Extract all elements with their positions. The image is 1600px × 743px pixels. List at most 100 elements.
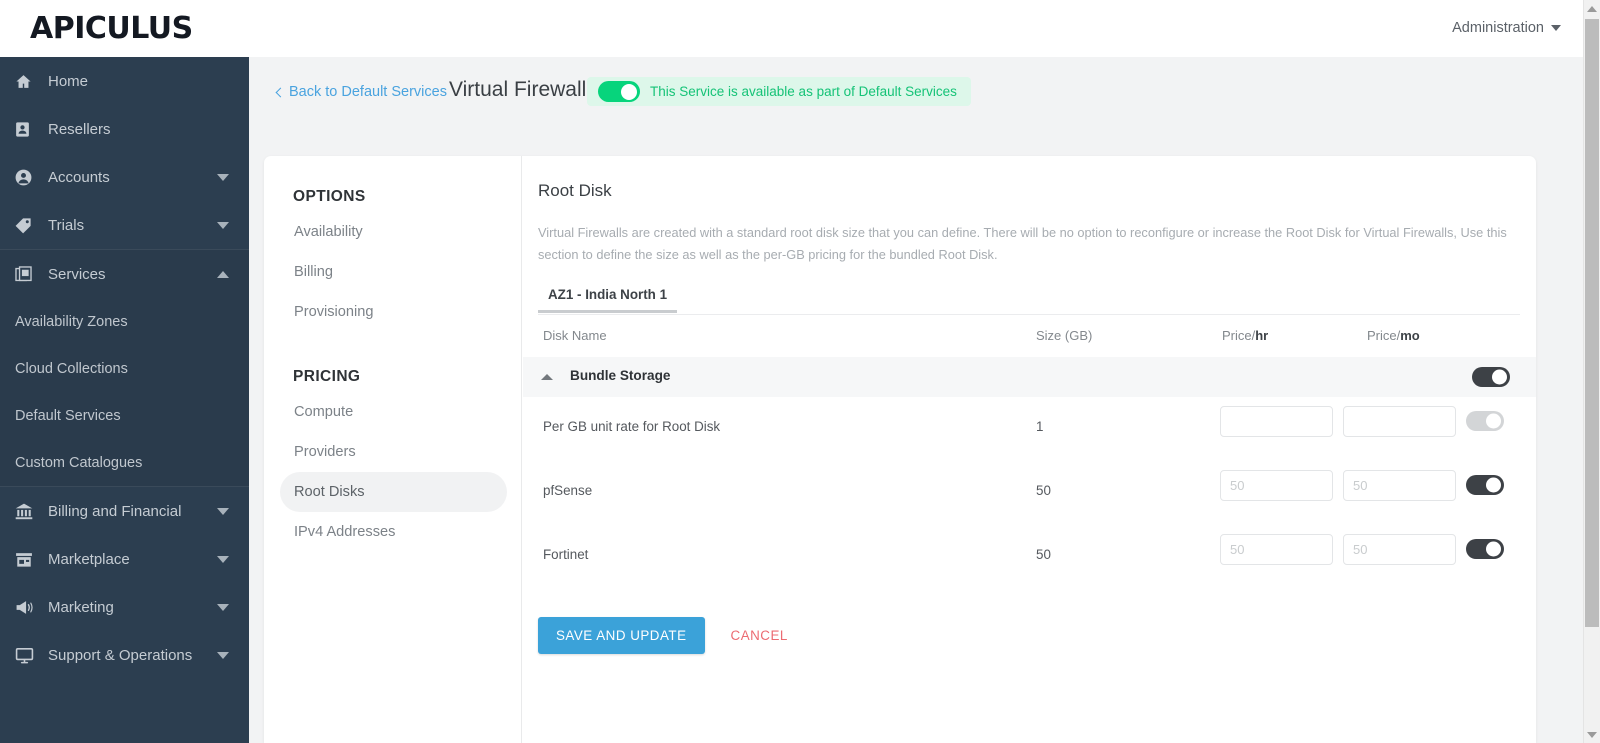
row-enable-toggle[interactable]: [1466, 475, 1504, 495]
sidebar-item-label: Accounts: [48, 169, 110, 186]
reseller-badge-icon: [14, 119, 40, 139]
sidebar-subitem-default-services[interactable]: Default Services: [0, 392, 249, 439]
option-item-providers[interactable]: Providers: [280, 432, 507, 472]
sidebar-item-home[interactable]: Home: [0, 57, 249, 105]
back-link-label: Back to Default Services: [289, 84, 447, 100]
option-item-billing[interactable]: Billing: [280, 252, 507, 292]
sidebar-item-resellers[interactable]: Resellers: [0, 105, 249, 153]
chevron-down-icon: [1551, 25, 1561, 31]
row-enable-toggle[interactable]: [1466, 411, 1504, 431]
option-item-label: Providers: [294, 444, 356, 460]
table-row: Per GB unit rate for Root Disk 1: [538, 397, 1520, 461]
option-item-root-disks[interactable]: Root Disks: [280, 472, 507, 512]
table-group-row-bundle-storage: Bundle Storage: [523, 357, 1536, 397]
scrollbar-thumb[interactable]: [1585, 19, 1599, 627]
option-item-compute[interactable]: Compute: [280, 392, 507, 432]
chevron-left-icon: [276, 87, 286, 97]
sidebar-item-support-and-operations[interactable]: Support & Operations: [0, 631, 249, 679]
availability-zone-tabs: AZ1 - India North 1: [538, 286, 1520, 315]
save-and-update-button[interactable]: SAVE AND UPDATE: [538, 617, 705, 654]
sidebar-item-marketing[interactable]: Marketing: [0, 583, 249, 631]
option-item-ipv4-addresses[interactable]: IPv4 Addresses: [280, 512, 507, 552]
row-size: 50: [1036, 547, 1051, 562]
scroll-down-arrow-icon[interactable]: [1584, 726, 1600, 743]
sidebar-item-label: Resellers: [48, 121, 111, 138]
price-mo-input[interactable]: [1343, 470, 1456, 501]
options-panel: OPTIONS Availability Billing Provisionin…: [264, 156, 522, 743]
bundle-storage-toggle[interactable]: [1472, 367, 1510, 387]
toggle-knob: [1486, 414, 1501, 429]
service-availability-toggle[interactable]: [598, 81, 640, 102]
tag-icon: [14, 215, 40, 235]
brand-logo-text: APICULUS: [30, 11, 193, 46]
option-item-label: Billing: [294, 264, 333, 280]
price-hr-input[interactable]: [1220, 534, 1333, 565]
price-hr-input[interactable]: [1220, 406, 1333, 437]
page-title: Virtual Firewall: [449, 78, 586, 102]
scroll-up-arrow-icon[interactable]: [1584, 0, 1600, 17]
page-scrollbar[interactable]: [1583, 0, 1600, 743]
sidebar-subitem-custom-catalogues[interactable]: Custom Catalogues: [0, 439, 249, 486]
price-mo-unit: mo: [1400, 328, 1420, 343]
megaphone-icon: [14, 597, 40, 617]
chevron-down-icon: [217, 556, 229, 563]
table-header-row: Disk Name Size (GB) Price/hr Price/mo: [538, 315, 1520, 357]
column-header-disk-name: Disk Name: [543, 328, 607, 343]
sidebar-subitem-label: Custom Catalogues: [15, 455, 142, 471]
sidebar-subitem-cloud-collections[interactable]: Cloud Collections: [0, 345, 249, 392]
administration-label: Administration: [1452, 20, 1544, 36]
chevron-up-icon: [217, 271, 229, 278]
option-item-availability[interactable]: Availability: [280, 212, 507, 252]
toggle-knob: [1486, 542, 1501, 557]
sidebar-item-label: Home: [48, 73, 88, 90]
sidebar-item-label: Services: [48, 266, 106, 283]
price-hr-input[interactable]: [1220, 470, 1333, 501]
sidebar-item-label: Support & Operations: [48, 647, 192, 664]
chevron-down-icon: [217, 652, 229, 659]
sidebar-item-billing-and-financial[interactable]: Billing and Financial: [0, 487, 249, 535]
top-bar: APICULUS Administration: [0, 0, 1583, 57]
services-stack-icon: [14, 264, 40, 284]
price-mo-prefix: Price/: [1367, 328, 1400, 343]
price-hr-unit: hr: [1255, 328, 1268, 343]
option-item-provisioning[interactable]: Provisioning: [280, 292, 507, 332]
tab-az1-india-north-1[interactable]: AZ1 - India North 1: [538, 287, 677, 313]
cancel-button[interactable]: CANCEL: [717, 628, 802, 643]
option-item-label: Availability: [294, 224, 363, 240]
sidebar-item-marketplace[interactable]: Marketplace: [0, 535, 249, 583]
sidebar-item-trials[interactable]: Trials: [0, 201, 249, 249]
option-item-label: Compute: [294, 404, 353, 420]
administration-menu[interactable]: Administration: [1452, 20, 1561, 36]
row-disk-name: Per GB unit rate for Root Disk: [543, 419, 720, 434]
price-mo-input[interactable]: [1343, 406, 1456, 437]
sidebar-subitem-availability-zones[interactable]: Availability Zones: [0, 298, 249, 345]
chevron-down-icon: [217, 174, 229, 181]
row-disk-name: pfSense: [543, 483, 592, 498]
root-disk-table: Disk Name Size (GB) Price/hr Price/mo Bu…: [538, 315, 1520, 589]
row-enable-toggle[interactable]: [1466, 539, 1504, 559]
table-row: Fortinet 50: [538, 525, 1520, 589]
column-header-size: Size (GB): [1036, 328, 1092, 343]
section-description: Virtual Firewalls are created with a sta…: [538, 222, 1520, 266]
brand-logo[interactable]: APICULUS: [30, 11, 193, 46]
user-circle-icon: [14, 167, 40, 187]
sidebar-item-accounts[interactable]: Accounts: [0, 153, 249, 201]
chevron-down-icon: [217, 222, 229, 229]
sidebar-item-label: Marketing: [48, 599, 114, 616]
monitor-icon: [14, 645, 40, 665]
caret-up-icon[interactable]: [541, 374, 553, 380]
options-group-title: OPTIONS: [293, 188, 521, 206]
table-row: pfSense 50: [538, 461, 1520, 525]
group-row-label: Bundle Storage: [570, 368, 670, 383]
section-title: Root Disk: [538, 181, 1520, 201]
back-to-default-services-link[interactable]: Back to Default Services: [277, 84, 447, 100]
option-item-label: Root Disks: [294, 484, 365, 500]
row-disk-name: Fortinet: [543, 547, 588, 562]
sidebar-group-services: Services Availability Zones Cloud Collec…: [0, 249, 249, 487]
sidebar-subitem-label: Availability Zones: [15, 314, 128, 330]
row-size: 50: [1036, 483, 1051, 498]
service-availability-banner: This Service is available as part of Def…: [587, 77, 971, 106]
sidebar-item-services[interactable]: Services: [0, 250, 249, 298]
price-mo-input[interactable]: [1343, 534, 1456, 565]
chevron-down-icon: [217, 604, 229, 611]
